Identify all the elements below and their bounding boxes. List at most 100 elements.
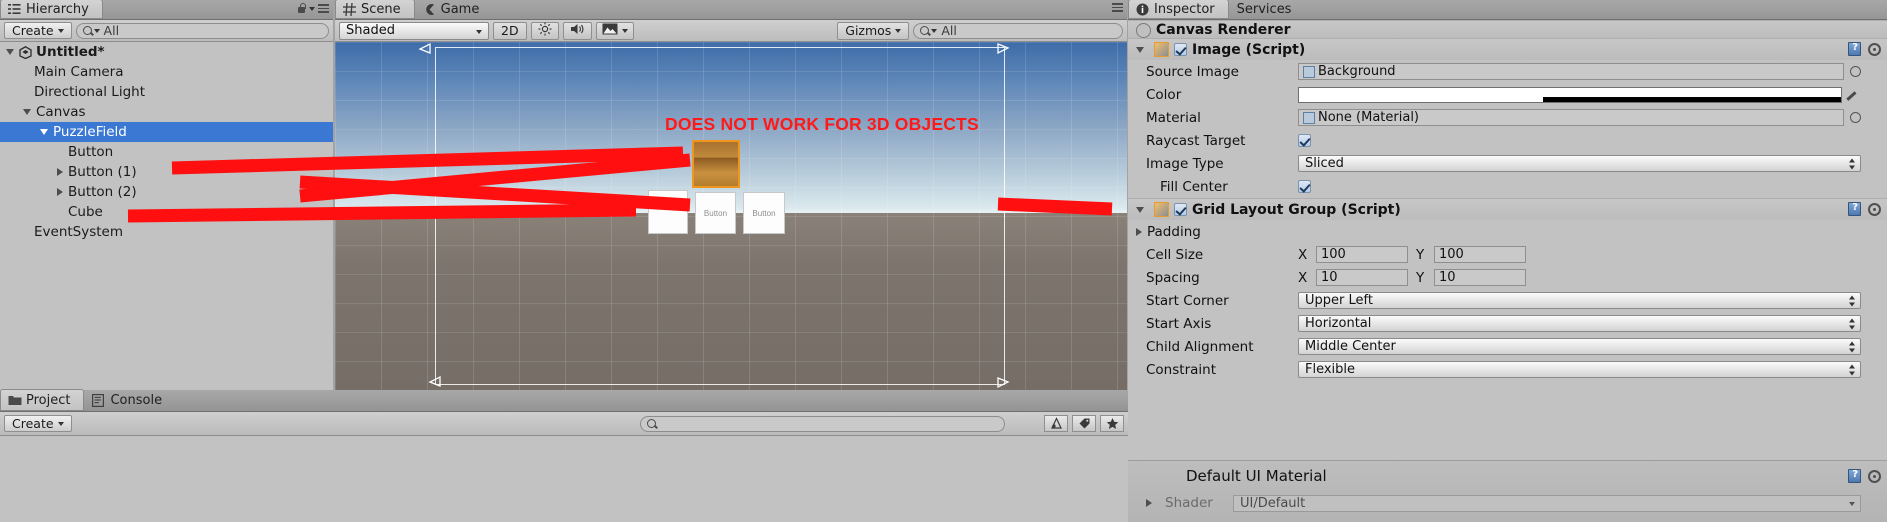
toggle-2d-label: 2D bbox=[501, 23, 519, 38]
numeric-spacing-y[interactable]: 10 bbox=[1434, 269, 1526, 286]
tab-scene[interactable]: Scene bbox=[335, 0, 415, 19]
checkbox-fill-center[interactable] bbox=[1298, 180, 1311, 193]
game-button-1[interactable] bbox=[648, 190, 688, 234]
hierarchy-item-main-camera[interactable]: Main Camera bbox=[0, 62, 333, 82]
tab-hierarchy[interactable]: Hierarchy bbox=[0, 0, 103, 19]
chevron-right-icon[interactable] bbox=[57, 188, 63, 196]
help-icon[interactable] bbox=[1848, 202, 1861, 216]
gizmos-button[interactable]: Gizmos bbox=[837, 21, 910, 40]
hierarchy-tree[interactable]: Untitled* Main Camera Directional Light Can… bbox=[0, 42, 333, 390]
material-name: Default UI Material bbox=[1186, 467, 1327, 485]
menu-icon[interactable] bbox=[1112, 3, 1123, 12]
dropdown-start-axis[interactable]: Horizontal bbox=[1298, 315, 1861, 332]
info-icon bbox=[1136, 3, 1149, 16]
toggle-2d-button[interactable]: 2D bbox=[493, 21, 527, 40]
lighting-toggle-button[interactable] bbox=[530, 21, 559, 40]
hierarchy-item-button-2[interactable]: Button (2) bbox=[0, 182, 333, 202]
gear-icon[interactable] bbox=[1868, 202, 1881, 216]
checkbox-raycast-target[interactable] bbox=[1298, 134, 1311, 147]
chevron-down-icon[interactable] bbox=[6, 49, 14, 55]
hierarchy-item-cube[interactable]: Cube bbox=[0, 202, 333, 222]
hierarchy-item-untitled[interactable]: Untitled* bbox=[0, 42, 333, 62]
object-field-source-image[interactable]: Background bbox=[1298, 63, 1844, 80]
tab-inspector[interactable]: Inspector bbox=[1128, 0, 1229, 19]
label-filter-icon[interactable] bbox=[1072, 415, 1096, 432]
chevron-down-icon bbox=[476, 29, 482, 34]
field-label-raycast-target: Raycast Target bbox=[1146, 132, 1246, 149]
tab-game[interactable]: Game bbox=[415, 0, 494, 19]
object-field-material[interactable]: None (Material) bbox=[1298, 109, 1844, 126]
component-header-canvas-renderer[interactable]: Canvas Renderer bbox=[1128, 20, 1887, 38]
chevron-down-icon[interactable] bbox=[40, 129, 48, 135]
dropdown-child-alignment[interactable]: Middle Center bbox=[1298, 338, 1861, 355]
gizmos-label: Gizmos bbox=[845, 23, 892, 38]
scene-viewport[interactable]: DOES NOT WORK FOR 3D OBJECTS Button Butt… bbox=[335, 42, 1127, 390]
project-create-button[interactable]: Create bbox=[4, 415, 72, 432]
favorite-filter-icon[interactable] bbox=[1100, 415, 1124, 432]
hierarchy-item-button-1[interactable]: Button (1) bbox=[0, 162, 333, 182]
chevron-right-icon[interactable] bbox=[57, 168, 63, 176]
shader-dropdown[interactable]: UI/Default bbox=[1233, 494, 1861, 512]
color-field-color[interactable] bbox=[1298, 86, 1842, 103]
audio-toggle-button[interactable] bbox=[562, 21, 592, 40]
game-button-2[interactable]: Button bbox=[695, 192, 736, 234]
tab-console[interactable]: Console bbox=[84, 389, 176, 411]
material-name-row[interactable]: Default UI Material bbox=[1128, 461, 1887, 491]
chevron-down-icon[interactable] bbox=[1136, 206, 1144, 213]
dropdown-value: Upper Left bbox=[1305, 293, 1373, 308]
shader-label: Shader bbox=[1165, 495, 1213, 511]
dropdown-start-corner[interactable]: Upper Left bbox=[1298, 292, 1861, 309]
gear-icon[interactable] bbox=[1868, 469, 1881, 483]
project-toolbar: Create bbox=[0, 412, 1128, 436]
tab-project[interactable]: Project bbox=[0, 389, 85, 411]
scene-search-input[interactable]: All bbox=[913, 22, 1124, 39]
component-enabled-checkbox[interactable] bbox=[1174, 203, 1187, 216]
effects-toggle-button[interactable] bbox=[595, 21, 634, 40]
image-icon bbox=[602, 23, 618, 38]
hierarchy-item-puzzlefield[interactable]: PuzzleField bbox=[0, 122, 333, 142]
hierarchy-item-button[interactable]: Button bbox=[0, 142, 333, 162]
component-header-image-script[interactable]: Image (Script) bbox=[1128, 38, 1887, 60]
eyedropper-icon[interactable] bbox=[1848, 88, 1861, 101]
axis-y-label: Y bbox=[1416, 246, 1425, 263]
game-button-3[interactable]: Button bbox=[743, 192, 785, 234]
game-button-selected[interactable] bbox=[692, 140, 740, 188]
object-picker-icon[interactable] bbox=[1850, 66, 1861, 77]
gamepad-icon bbox=[423, 3, 436, 16]
menu-icon[interactable] bbox=[318, 4, 329, 13]
scene-lock-menu[interactable] bbox=[1112, 3, 1123, 12]
shading-mode-dropdown[interactable]: Shaded bbox=[339, 21, 489, 40]
object-picker-icon[interactable] bbox=[1850, 112, 1861, 123]
dropdown-image-type[interactable]: Sliced bbox=[1298, 155, 1861, 172]
numeric-cell-size-y[interactable]: 100 bbox=[1434, 246, 1526, 263]
help-icon[interactable] bbox=[1848, 469, 1861, 483]
field-row-raycast-target: Raycast Target bbox=[1128, 129, 1887, 152]
dropdown-constraint[interactable]: Flexible bbox=[1298, 361, 1861, 378]
project-panel: Project Console Create bbox=[0, 389, 1128, 522]
hierarchy-item-canvas[interactable]: Canvas bbox=[0, 102, 333, 122]
chevron-down-icon[interactable] bbox=[309, 6, 315, 11]
chevron-down-icon bbox=[895, 28, 902, 33]
gear-icon[interactable] bbox=[1868, 42, 1881, 56]
chevron-right-icon[interactable] bbox=[1136, 227, 1142, 236]
folder-icon bbox=[8, 394, 22, 407]
chevron-down-icon[interactable] bbox=[23, 109, 31, 115]
chevron-down-icon bbox=[621, 28, 628, 33]
lock-icon[interactable] bbox=[297, 3, 306, 14]
hierarchy-lock-menu[interactable] bbox=[297, 3, 329, 14]
chevron-right-icon[interactable] bbox=[1146, 499, 1152, 507]
chevron-down-icon[interactable] bbox=[1136, 46, 1144, 53]
hierarchy-create-button[interactable]: Create bbox=[4, 22, 72, 39]
hierarchy-item-eventsystem[interactable]: EventSystem bbox=[0, 222, 333, 242]
field-label-fill-center: Fill Center bbox=[1160, 178, 1228, 195]
component-header-grid-layout-group-script[interactable]: Grid Layout Group (Script) bbox=[1128, 198, 1887, 220]
tab-services[interactable]: Services bbox=[1229, 0, 1306, 19]
numeric-cell-size-x[interactable]: 100 bbox=[1316, 246, 1408, 263]
asset-filter-icon[interactable] bbox=[1044, 415, 1068, 432]
help-icon[interactable] bbox=[1848, 42, 1861, 56]
component-enabled-checkbox[interactable] bbox=[1174, 43, 1187, 56]
hierarchy-item-directional-light[interactable]: Directional Light bbox=[0, 82, 333, 102]
numeric-spacing-x[interactable]: 10 bbox=[1316, 269, 1408, 286]
project-search-input[interactable] bbox=[639, 415, 1005, 432]
hierarchy-search-input[interactable]: All bbox=[75, 22, 329, 39]
